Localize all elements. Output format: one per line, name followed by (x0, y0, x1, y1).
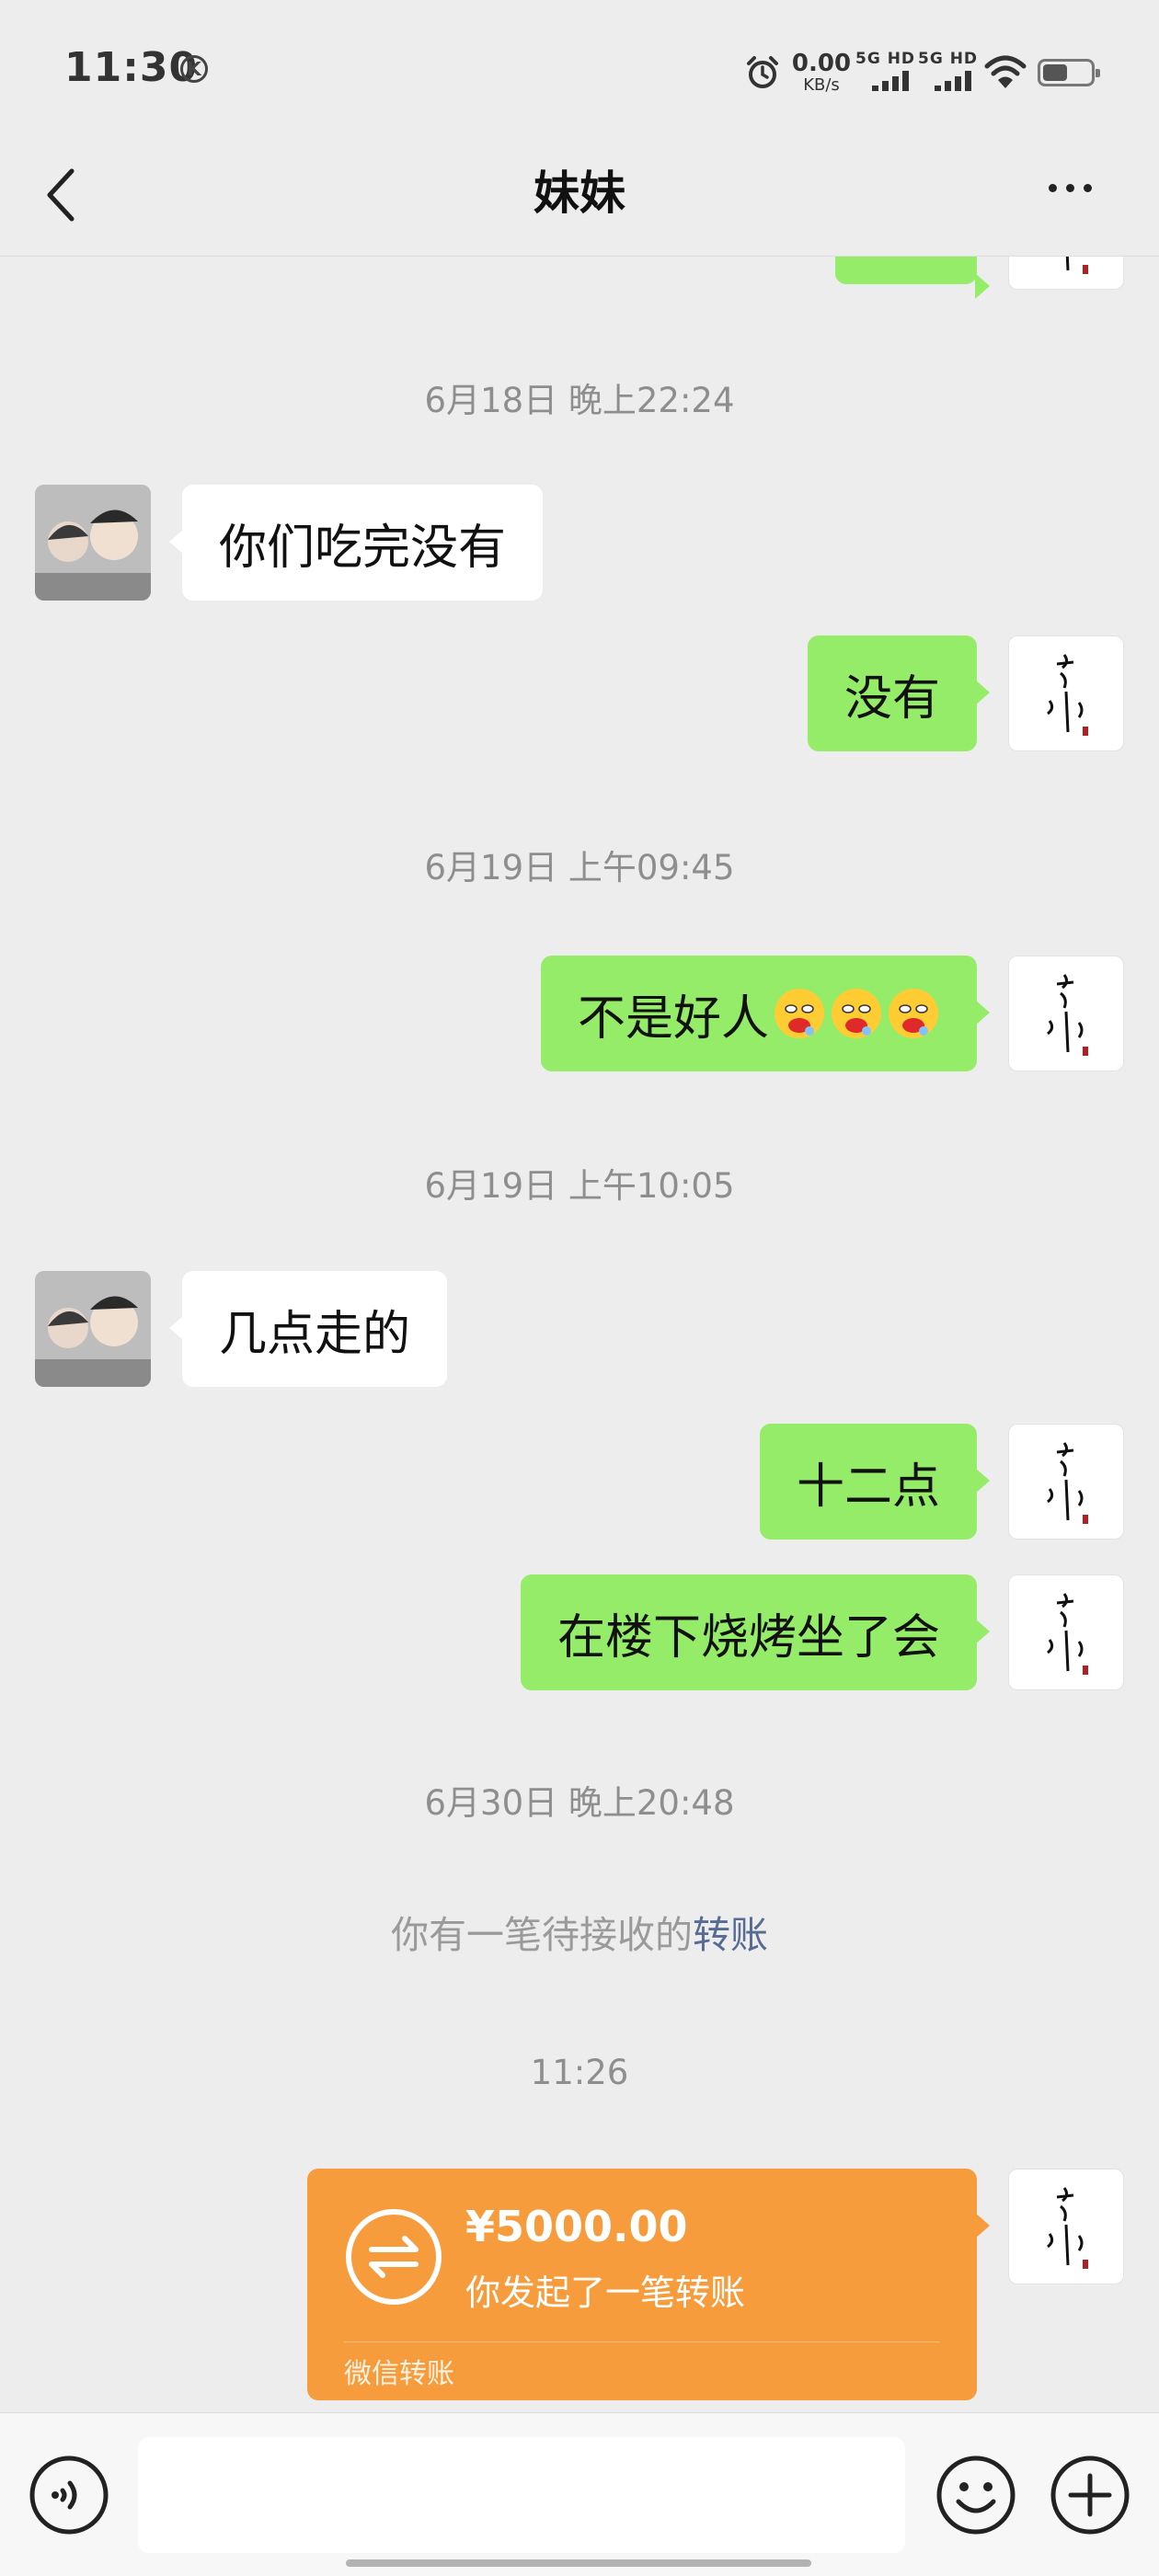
received-message-bubble[interactable]: 你们吃完没有 (168, 485, 544, 601)
emoji-icon[interactable] (935, 2454, 1017, 2536)
sent-message-bubble[interactable]: 十二点 (759, 1424, 991, 1540)
sent-message-bubble[interactable]: 不是好人 (540, 956, 991, 1071)
network-speed-unit: KB/s (803, 75, 840, 95)
message-text: 不是好人 (577, 990, 769, 1047)
timestamp: 6月30日 晚上20:48 (424, 1783, 735, 1823)
network-speed-value: 0.00 (791, 50, 852, 77)
transfer-divider (344, 2341, 940, 2342)
chat-header: 妹妹 (0, 138, 1159, 257)
transfer-footer-label: 微信转账 (344, 2358, 454, 2390)
battery-icon (1038, 59, 1100, 86)
sim1-label: 5G HD (855, 50, 916, 68)
status-time: 11:30 (64, 44, 199, 91)
drooling-face-emoji-icon (832, 989, 881, 1038)
pending-transfer-notice: 你有一笔待接收的转账 (0, 1904, 1159, 1959)
status-bar: 11:30 K 0.00 KB/s 5G HD 5G HD (0, 0, 1159, 138)
my-avatar[interactable] (1008, 1424, 1124, 1540)
sim2-label: 5G HD (918, 50, 979, 68)
timestamp: 6月19日 上午09:45 (424, 848, 735, 887)
my-avatar[interactable] (1008, 956, 1124, 1071)
timestamp: 6月18日 晚上22:24 (424, 381, 735, 420)
timestamp: 11:26 (530, 2053, 629, 2092)
transfer-link[interactable]: 转账 (693, 1913, 768, 1957)
sim2-signal: 5G HD (918, 50, 984, 91)
input-bar (0, 2412, 1159, 2576)
signal-bars-icon (872, 71, 922, 91)
sent-message-bubble[interactable]: 在楼下烧烤坐了会 (520, 1574, 991, 1690)
sent-message-bubble-partial[interactable] (835, 257, 990, 299)
transfer-amount: ¥5000.00 (465, 2202, 688, 2251)
wifi-icon (984, 55, 1027, 88)
timestamp: 6月19日 上午10:05 (424, 1166, 735, 1206)
transfer-arrows-icon (346, 2209, 442, 2305)
received-message-bubble[interactable]: 几点走的 (168, 1271, 448, 1387)
transfer-card[interactable]: ¥5000.00 你发起了一笔转账 微信转账 (307, 2169, 990, 2400)
drooling-face-emoji-icon (775, 989, 824, 1038)
alarm-icon (747, 56, 778, 88)
network-speed: 0.00 KB/s (791, 52, 852, 94)
my-avatar[interactable] (1008, 257, 1124, 290)
drooling-face-emoji-icon (889, 989, 938, 1038)
message-list[interactable]: 6月18日 晚上22:24 你们吃完没有 没有 6月19日 上午09:45 不是… (0, 257, 1159, 2409)
more-dots-icon[interactable] (1049, 184, 1092, 192)
sent-message-bubble[interactable]: 没有 (807, 635, 991, 751)
my-avatar[interactable] (1008, 1574, 1124, 1690)
pending-transfer-text: 你有一笔待接收的 (391, 1913, 693, 1957)
message-input[interactable] (138, 2437, 905, 2553)
chat-title: 妹妹 (534, 166, 625, 220)
home-indicator[interactable] (346, 2559, 811, 2567)
contact-avatar[interactable] (35, 485, 151, 601)
my-avatar[interactable] (1008, 2169, 1124, 2284)
my-avatar[interactable] (1008, 635, 1124, 751)
voice-icon[interactable] (28, 2454, 110, 2536)
k-app-icon: K (180, 55, 208, 83)
transfer-description: 你发起了一笔转账 (465, 2273, 746, 2313)
plus-icon[interactable] (1049, 2454, 1131, 2536)
contact-avatar[interactable] (35, 1271, 151, 1387)
signal-bars-icon (935, 71, 984, 91)
sim1-signal: 5G HD (855, 50, 922, 91)
